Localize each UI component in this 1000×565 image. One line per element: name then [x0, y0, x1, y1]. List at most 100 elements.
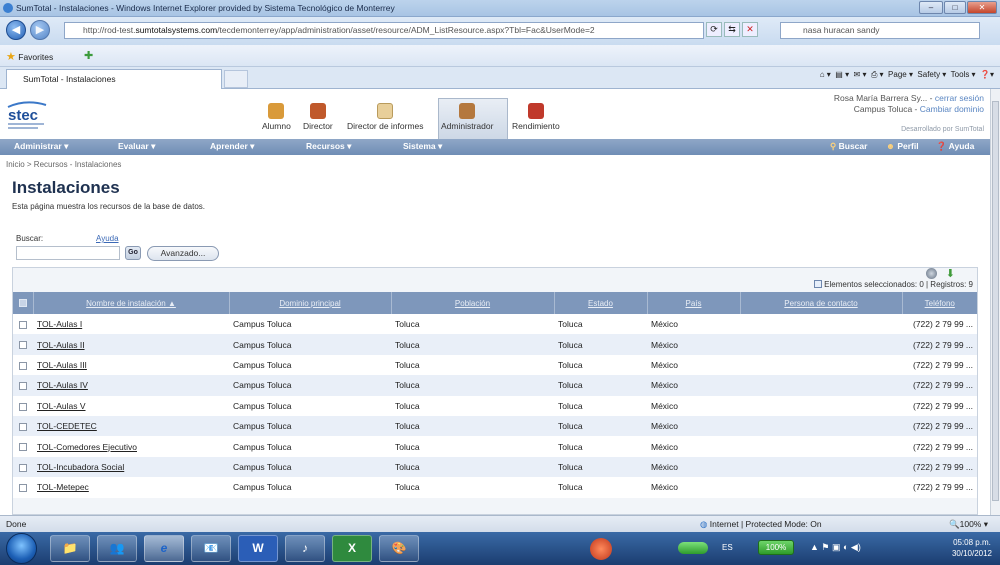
cell-contact	[740, 314, 902, 335]
row-checkbox[interactable]	[19, 361, 27, 370]
menu-evaluar[interactable]: Evaluar ▾	[118, 141, 155, 152]
campus-name: Campus Toluca	[853, 104, 913, 114]
nav-help-link[interactable]: ❓ Ayuda	[936, 141, 974, 152]
tab-sumtotal[interactable]: SumTotal - Instalaciones	[6, 69, 222, 89]
battery-indicator[interactable]: 100%	[758, 540, 794, 555]
stop-button[interactable]: ✕	[742, 22, 758, 37]
page-menu[interactable]: Page ▾	[888, 70, 913, 79]
minimize-button[interactable]: –	[919, 1, 943, 14]
search-help-link[interactable]: Ayuda	[96, 234, 119, 243]
nav-search-link[interactable]: ⚲ Buscar	[830, 141, 867, 152]
search-box[interactable]: nasa huracan sandy	[780, 22, 980, 39]
nav-profile-link[interactable]: ☻ Perfil	[886, 141, 919, 151]
close-button[interactable]: ✕	[967, 1, 997, 14]
facility-link[interactable]: TOL-Aulas II	[37, 340, 85, 350]
status-text: Done	[6, 519, 27, 529]
advanced-search-button[interactable]: Avanzado...	[147, 246, 219, 261]
tab-label: SumTotal - Instalaciones	[23, 74, 116, 84]
row-checkbox[interactable]	[19, 463, 27, 472]
role-director-informes[interactable]: Director de informes	[347, 103, 424, 131]
help-menu[interactable]: ❓▾	[980, 70, 994, 79]
col-header-dominio[interactable]: Dominio principal	[229, 292, 392, 314]
row-checkbox[interactable]	[19, 443, 27, 452]
role-administrador[interactable]: Administrador	[441, 103, 493, 131]
col-header-telefono[interactable]: Teléfono	[902, 292, 977, 314]
home-icon[interactable]: ⌂ ▾	[820, 70, 831, 79]
col-header-pais[interactable]: País	[647, 292, 741, 314]
new-tab-button[interactable]	[224, 70, 248, 88]
menu-recursos[interactable]: Recursos ▾	[306, 141, 351, 152]
role-label: Alumno	[262, 121, 291, 131]
back-button[interactable]: ◀	[6, 20, 26, 40]
row-checkbox[interactable]	[19, 402, 27, 411]
facility-link[interactable]: TOL-Aulas III	[37, 360, 87, 370]
facility-link[interactable]: TOL-Aulas V	[37, 401, 86, 411]
row-checkbox[interactable]	[19, 484, 27, 493]
col-header-contacto[interactable]: Persona de contacto	[740, 292, 903, 314]
col-header-estado[interactable]: Estado	[554, 292, 648, 314]
row-checkbox[interactable]	[19, 382, 27, 391]
facility-link[interactable]: TOL-Aulas I	[37, 319, 82, 329]
export-icon[interactable]: ⬇	[946, 267, 955, 280]
settings-icon[interactable]	[926, 268, 937, 279]
facility-link[interactable]: TOL-Comedores Ejecutivo	[37, 442, 137, 452]
paint-taskbar-icon[interactable]: 🎨	[379, 535, 419, 562]
row-checkbox[interactable]	[19, 320, 27, 329]
performance-icon	[527, 103, 544, 119]
language-indicator[interactable]: ES	[722, 543, 733, 552]
col-header-poblacion[interactable]: Población	[391, 292, 555, 314]
outlook-taskbar-icon[interactable]: 📧	[191, 535, 231, 562]
add-favorite-icon[interactable]: ✚	[84, 49, 93, 62]
menu-sistema[interactable]: Sistema ▾	[403, 141, 442, 152]
breadcrumb[interactable]: Inicio > Recursos - Instalaciones	[6, 160, 121, 169]
facility-link[interactable]: TOL-CEDETEC	[37, 421, 97, 431]
safety-menu[interactable]: Safety ▾	[917, 70, 946, 79]
forward-button[interactable]: ▶	[30, 20, 50, 40]
clock[interactable]: 05:08 p.m. 30/10/2012	[952, 537, 992, 559]
row-checkbox[interactable]	[19, 422, 27, 431]
feeds-icon[interactable]: ▤ ▾	[835, 70, 849, 79]
maximize-button[interactable]: □	[944, 1, 966, 14]
tray-icons[interactable]: ▲ ⚑ ▣ ◐ ◀)	[810, 542, 861, 553]
logout-link[interactable]: cerrar sesión	[935, 93, 984, 103]
media-player-taskbar-icon[interactable]: ♪	[285, 535, 325, 562]
table-row: TOL-Metepec Campus Toluca Toluca Toluca …	[13, 477, 977, 498]
change-domain-link[interactable]: Cambiar dominio	[920, 104, 984, 114]
favorites-button[interactable]: ★ Favorites	[6, 50, 53, 63]
facility-link[interactable]: TOL-Aulas IV	[37, 380, 88, 390]
role-rendimiento[interactable]: Rendimiento	[512, 103, 560, 131]
start-button[interactable]	[6, 533, 37, 564]
zoom-control[interactable]: 🔍100% ▾	[949, 519, 988, 530]
excel-taskbar-icon[interactable]: X	[332, 535, 372, 562]
role-director[interactable]: Director	[303, 103, 333, 131]
cell-country: México	[647, 314, 740, 335]
contacts-taskbar-icon[interactable]: 👥	[97, 535, 137, 562]
facility-link[interactable]: TOL-Incubadora Social	[37, 462, 124, 472]
menu-aprender[interactable]: Aprender ▾	[210, 141, 254, 152]
search-input[interactable]	[16, 246, 120, 260]
security-zone[interactable]: ◍ Internet | Protected Mode: On	[700, 519, 822, 530]
row-checkbox[interactable]	[19, 341, 27, 350]
explorer-taskbar-icon[interactable]: 📁	[50, 535, 90, 562]
cell-phone: (722) 2 79 99 ...	[902, 395, 977, 416]
col-header-nombre[interactable]: Nombre de instalación ▲	[33, 292, 230, 314]
scrollbar-thumb[interactable]	[992, 101, 999, 501]
refresh-button[interactable]: ⟳	[706, 22, 722, 37]
word-taskbar-icon[interactable]: W	[238, 535, 278, 562]
ie-taskbar-icon[interactable]: e	[144, 535, 184, 562]
app-tray-icon[interactable]	[590, 538, 612, 560]
page-scrollbar[interactable]	[990, 89, 1000, 515]
row-select-cell	[13, 314, 33, 335]
mail-icon[interactable]: ✉ ▾	[854, 70, 867, 79]
tools-menu[interactable]: Tools ▾	[951, 70, 976, 79]
cell-state: Toluca	[554, 395, 647, 416]
facility-link[interactable]: TOL-Metepec	[37, 482, 89, 492]
role-alumno[interactable]: Alumno	[262, 103, 291, 131]
compat-button[interactable]: ⇆	[724, 22, 740, 37]
menu-administrar[interactable]: Administrar ▾	[14, 141, 68, 152]
select-all-checkbox[interactable]	[18, 299, 27, 308]
print-icon[interactable]: ⎙ ▾	[871, 70, 884, 79]
url-field[interactable]: http://rod-test.sumtotalsystems.com/tecd…	[64, 22, 704, 39]
cell-name: TOL-CEDETEC	[33, 415, 229, 437]
go-button[interactable]: Go	[125, 246, 141, 260]
